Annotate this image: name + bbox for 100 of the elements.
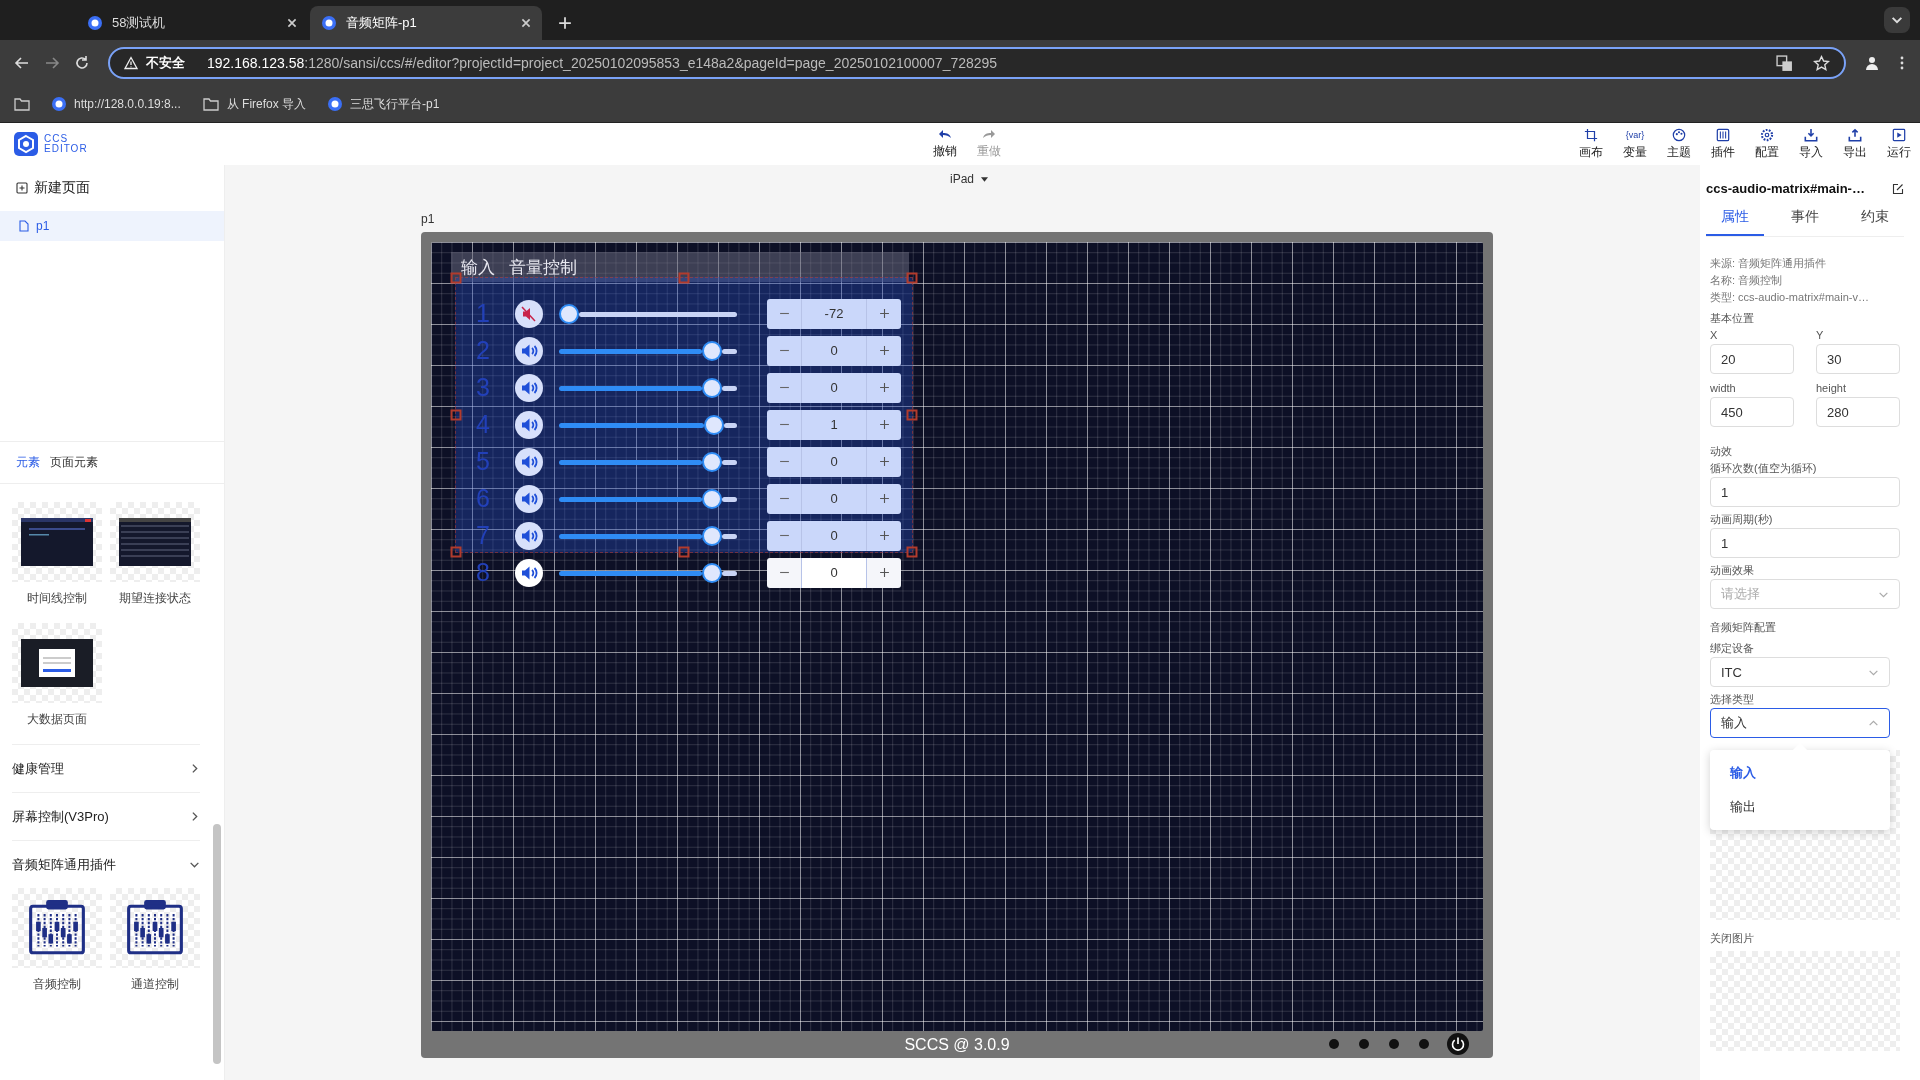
volume-slider[interactable] bbox=[559, 562, 737, 583]
folder-icon[interactable] bbox=[14, 97, 30, 111]
play-icon bbox=[1892, 127, 1906, 142]
resize-handle[interactable] bbox=[450, 272, 462, 284]
reload-icon[interactable] bbox=[74, 55, 90, 71]
power-icon[interactable] bbox=[1447, 1033, 1469, 1055]
upload-icon bbox=[1848, 127, 1862, 142]
field-label: height bbox=[1816, 381, 1847, 396]
resize-handle[interactable] bbox=[906, 409, 918, 421]
bookmark[interactable]: 三思飞行平台-p1 bbox=[328, 95, 440, 113]
resize-handle[interactable] bbox=[678, 272, 690, 284]
device-dropdown[interactable]: iPad bbox=[950, 172, 989, 186]
dropdown-option[interactable]: 输入 bbox=[1710, 756, 1890, 790]
toolbar-button[interactable]: 导出 bbox=[1840, 127, 1870, 161]
panel-tab[interactable]: 页面元素 bbox=[50, 454, 98, 471]
speaker-button[interactable] bbox=[515, 373, 543, 402]
panel-tab[interactable]: 元素 bbox=[16, 454, 40, 471]
address-bar[interactable]: 不安全 192.168.123.58:1280/sansi/ccs/#/editor?projectId=project_20250102095853_e148a2&pageId=page_20250102100007_728295 bbox=[108, 47, 1846, 79]
translate-icon[interactable] bbox=[1776, 54, 1793, 72]
page-item[interactable]: p1 bbox=[0, 211, 224, 241]
plus-icon bbox=[878, 382, 890, 393]
url-text: 192.168.123.58:1280/sansi/ccs/#/editor?projectId=project_20250102095853_e148a2&pageId=page_20250102100007_728295 bbox=[207, 55, 998, 71]
volume-slider[interactable] bbox=[559, 525, 737, 546]
number-field[interactable]: 280 bbox=[1816, 397, 1900, 427]
properties-tab[interactable]: 属性 bbox=[1706, 204, 1764, 236]
back-icon[interactable] bbox=[14, 55, 30, 71]
caret-icon bbox=[981, 176, 989, 182]
muted-speaker-button[interactable] bbox=[515, 299, 543, 328]
properties-tab[interactable]: 事件 bbox=[1776, 204, 1834, 236]
slider-thumb[interactable] bbox=[702, 451, 723, 472]
slider-rail bbox=[722, 459, 737, 465]
browser-tab[interactable]: 音频矩阵-p1 bbox=[310, 6, 542, 40]
star-icon[interactable] bbox=[1813, 54, 1830, 72]
indicator-dot bbox=[1359, 1039, 1369, 1049]
tab-list-icon[interactable] bbox=[1884, 7, 1910, 33]
toolbar-button[interactable]: 主题 bbox=[1664, 127, 1694, 161]
resize-handle[interactable] bbox=[678, 546, 690, 558]
bookmark[interactable]: http://128.0.0.19:8... bbox=[52, 97, 181, 111]
number-field[interactable]: 450 bbox=[1710, 397, 1794, 427]
scrollbar[interactable] bbox=[213, 824, 221, 1064]
toolbar-button[interactable]: 画布 bbox=[1576, 127, 1606, 161]
number-field[interactable]: 30 bbox=[1816, 344, 1900, 374]
volume-slider[interactable] bbox=[559, 377, 737, 398]
loop-count-field[interactable]: 1 bbox=[1710, 477, 1900, 507]
warning-icon bbox=[124, 56, 138, 70]
slider-rail bbox=[722, 496, 737, 502]
resize-handle[interactable] bbox=[450, 409, 462, 421]
profile-icon[interactable] bbox=[1864, 55, 1880, 71]
plugin-label: 通道控制 bbox=[131, 976, 179, 993]
forward-icon[interactable] bbox=[44, 55, 60, 71]
speaker-button[interactable] bbox=[515, 558, 543, 587]
speaker-button[interactable] bbox=[515, 336, 543, 365]
volume-slider[interactable] bbox=[559, 340, 737, 361]
slider-rail bbox=[723, 422, 737, 428]
close-icon[interactable] bbox=[286, 17, 298, 29]
undo-button[interactable]: 撤销 bbox=[930, 127, 960, 160]
bookmark[interactable]: 从 Firefox 导入 bbox=[202, 95, 307, 113]
slider-thumb[interactable] bbox=[702, 488, 723, 509]
slider-rail bbox=[722, 348, 737, 354]
edit-icon[interactable] bbox=[1892, 182, 1904, 195]
speaker-button[interactable] bbox=[515, 447, 543, 476]
resize-handle[interactable] bbox=[450, 546, 462, 558]
slider-thumb[interactable] bbox=[559, 303, 579, 324]
browser-tab[interactable]: 58测试机 bbox=[76, 6, 308, 40]
period-field[interactable]: 1 bbox=[1710, 528, 1900, 558]
device-select[interactable]: ITC bbox=[1710, 657, 1890, 687]
number-field[interactable]: 20 bbox=[1710, 344, 1794, 374]
plus-icon bbox=[878, 345, 890, 356]
category-row[interactable]: 健康管理 bbox=[12, 744, 200, 792]
globe-icon bbox=[88, 16, 102, 30]
volume-slider[interactable] bbox=[559, 488, 737, 509]
speaker-button[interactable] bbox=[515, 521, 543, 550]
volume-slider[interactable] bbox=[559, 303, 737, 324]
field-label: 绑定设备 bbox=[1710, 641, 1755, 656]
volume-slider[interactable] bbox=[559, 414, 737, 435]
toolbar-button[interactable]: 插件 bbox=[1708, 127, 1738, 161]
globe-icon bbox=[322, 16, 336, 30]
speaker-button[interactable] bbox=[515, 484, 543, 513]
category-row[interactable]: 屏幕控制(V3Pro) bbox=[12, 792, 200, 840]
toolbar-button[interactable]: 运行 bbox=[1884, 127, 1914, 161]
resize-handle[interactable] bbox=[906, 272, 918, 284]
slider-thumb[interactable] bbox=[702, 562, 723, 583]
slider-thumb[interactable] bbox=[702, 340, 723, 361]
slider-thumb[interactable] bbox=[703, 414, 724, 435]
new-tab-icon[interactable] bbox=[558, 16, 572, 30]
toolbar-button[interactable]: 导入 bbox=[1796, 127, 1826, 161]
dropdown-option[interactable]: 输出 bbox=[1710, 790, 1890, 824]
speaker-button[interactable] bbox=[515, 410, 543, 439]
toolbar-button[interactable]: {var} 变量 bbox=[1620, 127, 1650, 161]
properties-tab[interactable]: 约束 bbox=[1846, 204, 1904, 236]
slider-thumb[interactable] bbox=[702, 525, 723, 546]
slider-thumb[interactable] bbox=[702, 377, 723, 398]
toolbar-button[interactable]: 配置 bbox=[1752, 127, 1782, 161]
type-select[interactable]: 输入 bbox=[1710, 708, 1890, 738]
new-page-button[interactable]: 新建页面 bbox=[0, 165, 224, 211]
resize-handle[interactable] bbox=[906, 546, 918, 558]
info-line: 名称: 音频控制 bbox=[1710, 273, 1784, 288]
close-icon[interactable] bbox=[520, 17, 532, 29]
volume-value[interactable]: 0 bbox=[801, 557, 867, 588]
volume-slider[interactable] bbox=[559, 451, 737, 472]
